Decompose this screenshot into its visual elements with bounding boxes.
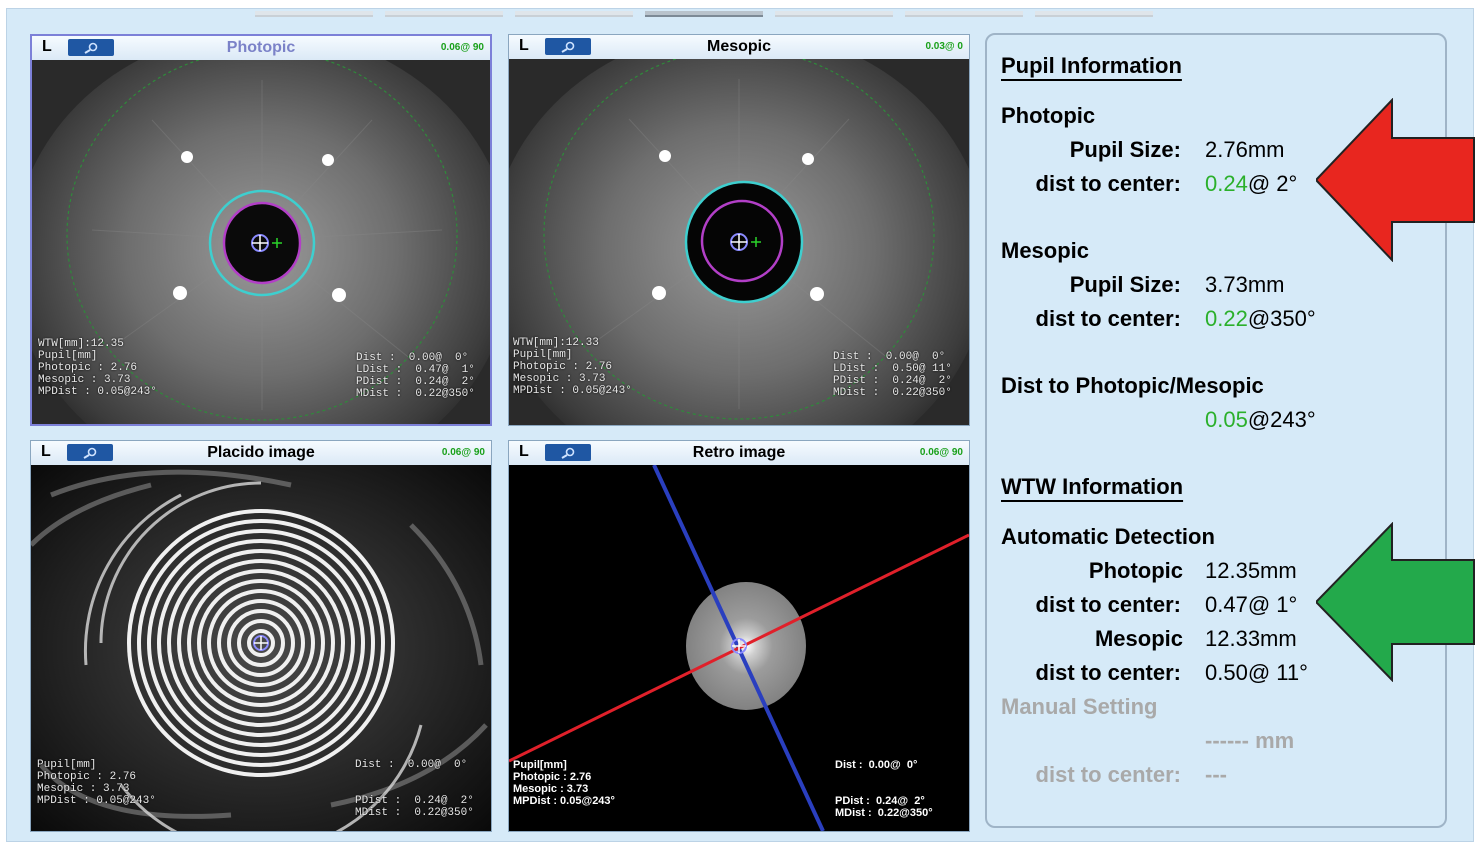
- auto-photopic-value: 12.35mm: [1205, 558, 1297, 583]
- measurement-overlay-right: Dist : 0.00@ 0° LDist : 0.50@ 11° PDist …: [833, 351, 952, 399]
- photopic-header: Photopic: [1001, 103, 1096, 128]
- auto-mesopic-dist-value: 0.50@ 11°: [1205, 660, 1308, 685]
- tab-1[interactable]: [255, 11, 373, 17]
- panel-title: Mesopic: [706, 38, 771, 55]
- manual-dist-label: dist to center:: [1035, 762, 1181, 787]
- measurement-overlay-left: Pupil[mm] Photopic : 2.76 Mesopic : 3.73…: [37, 759, 156, 807]
- measurement-overlay-right: PDist : 0.24@ 2° MDist : 0.22@350°: [355, 795, 474, 819]
- auto-photopic-dist-label: dist to center:: [1035, 592, 1181, 617]
- measurement-overlay-right-top: Dist : 0.00@ 0°: [835, 759, 918, 771]
- auto-mesopic-label: Mesopic: [1094, 626, 1183, 651]
- measurement-overlay-right: PDist : 0.24@ 2° MDist : 0.22@350°: [835, 795, 933, 819]
- mesopic-dist-value: 0.22@350°: [1205, 306, 1316, 332]
- pm-dist-magnitude: 0.05: [1205, 407, 1248, 432]
- auto-mesopic-value: 12.33mm: [1205, 626, 1297, 651]
- automatic-detection-header: Automatic Detection: [1001, 524, 1215, 549]
- wtw-information-header: WTW Information: [1001, 474, 1184, 499]
- mesopic-dist-angle: @350°: [1247, 306, 1316, 331]
- manual-wtw-value: ------ mm: [1205, 728, 1295, 753]
- panel-status-value: 0.06@ 90: [440, 42, 484, 53]
- panel-title: Photopic: [226, 39, 296, 56]
- panel-title: Retro image: [692, 444, 786, 461]
- panel-status-value: 0.06@ 90: [441, 447, 485, 458]
- photopic-dist-angle: @ 2°: [1247, 171, 1298, 196]
- panel-title: Placido image: [207, 444, 315, 461]
- panel-status-value: 0.06@ 90: [919, 447, 963, 458]
- tab-7[interactable]: [1035, 11, 1153, 17]
- auto-photopic-dist-value: 0.47@ 1°: [1205, 592, 1298, 617]
- mesopic-dist-label: dist to center:: [1035, 306, 1181, 331]
- placido-panel[interactable]: L Placido image 0.06@ 90 Pupil[mm] Photo…: [30, 440, 492, 832]
- placido-ring-image[interactable]: Pupil[mm] Photopic : 2.76 Mesopic : 3.73…: [31, 465, 491, 831]
- photopic-eye-image[interactable]: WTW[mm]:12.35 Pupil[mm] Photopic : 2.76 …: [32, 60, 490, 424]
- photopic-mesopic-header: Dist to Photopic/Mesopic: [1001, 373, 1264, 398]
- mesopic-header: Mesopic: [1001, 238, 1090, 263]
- red-arrow-icon: [1316, 98, 1475, 262]
- measurement-overlay-right-top: Dist : 0.00@ 0°: [355, 759, 468, 771]
- photopic-mesopic-value: 0.05@243°: [1205, 407, 1316, 433]
- mesopic-pupil-size-label: Pupil Size:: [1069, 272, 1181, 297]
- tab-3[interactable]: [515, 11, 633, 17]
- tab-2[interactable]: [385, 11, 503, 17]
- mesopic-pupil-size-value: 3.73mm: [1205, 272, 1285, 297]
- measurement-overlay-left: WTW[mm]:12.33 Pupil[mm] Photopic : 2.76 …: [513, 337, 632, 397]
- measurement-overlay-left: Pupil[mm] Photopic : 2.76 Mesopic : 3.73…: [513, 759, 615, 807]
- photopic-pupil-size-value: 2.76mm: [1205, 137, 1285, 162]
- pupil-information-header: Pupil Information: [1001, 53, 1182, 78]
- photopic-dist-magnitude: 0.24: [1205, 171, 1248, 196]
- photopic-dist-value: 0.24@ 2°: [1205, 171, 1297, 197]
- panel-titlebar: L Retro image 0.06@ 90: [509, 441, 969, 466]
- mesopic-eye-image[interactable]: WTW[mm]:12.33 Pupil[mm] Photopic : 2.76 …: [509, 59, 969, 425]
- mesopic-panel[interactable]: L Mesopic 0.03@ 0 WTW[mm]:12.33 Pupil[mm…: [508, 34, 970, 426]
- retro-panel[interactable]: L Retro image 0.06@ 90 Pupil[mm] Photopi…: [508, 440, 970, 832]
- panel-titlebar: L Photopic 0.06@ 90: [32, 36, 490, 61]
- tab-6[interactable]: [905, 11, 1023, 17]
- tab-5[interactable]: [775, 11, 893, 17]
- retro-illumination-image[interactable]: Pupil[mm] Photopic : 2.76 Mesopic : 3.73…: [509, 465, 969, 831]
- auto-mesopic-dist-label: dist to center:: [1035, 660, 1181, 685]
- auto-photopic-label: Photopic: [1088, 558, 1183, 583]
- panel-status-value: 0.03@ 0: [925, 41, 963, 52]
- photopic-panel[interactable]: L Photopic 0.06@ 90 WTW[mm]:12.35 Pupil[…: [30, 34, 492, 426]
- manual-dist-value: ---: [1205, 762, 1227, 787]
- pm-dist-angle: @243°: [1247, 407, 1316, 432]
- measurement-overlay-right: Dist : 0.00@ 0° LDist : 0.47@ 1° PDist :…: [356, 352, 475, 400]
- mesopic-dist-magnitude: 0.22: [1205, 306, 1248, 331]
- green-arrow-icon: [1316, 522, 1475, 682]
- photopic-pupil-size-label: Pupil Size:: [1069, 137, 1181, 162]
- panel-titlebar: L Mesopic 0.03@ 0: [509, 35, 969, 60]
- tab-strip: [255, 4, 1165, 17]
- photopic-dist-label: dist to center:: [1035, 171, 1181, 196]
- manual-setting-header: Manual Setting: [1001, 694, 1158, 719]
- tab-4[interactable]: [645, 11, 763, 17]
- panel-titlebar: L Placido image 0.06@ 90: [31, 441, 491, 466]
- measurement-overlay-left: WTW[mm]:12.35 Pupil[mm] Photopic : 2.76 …: [38, 338, 157, 398]
